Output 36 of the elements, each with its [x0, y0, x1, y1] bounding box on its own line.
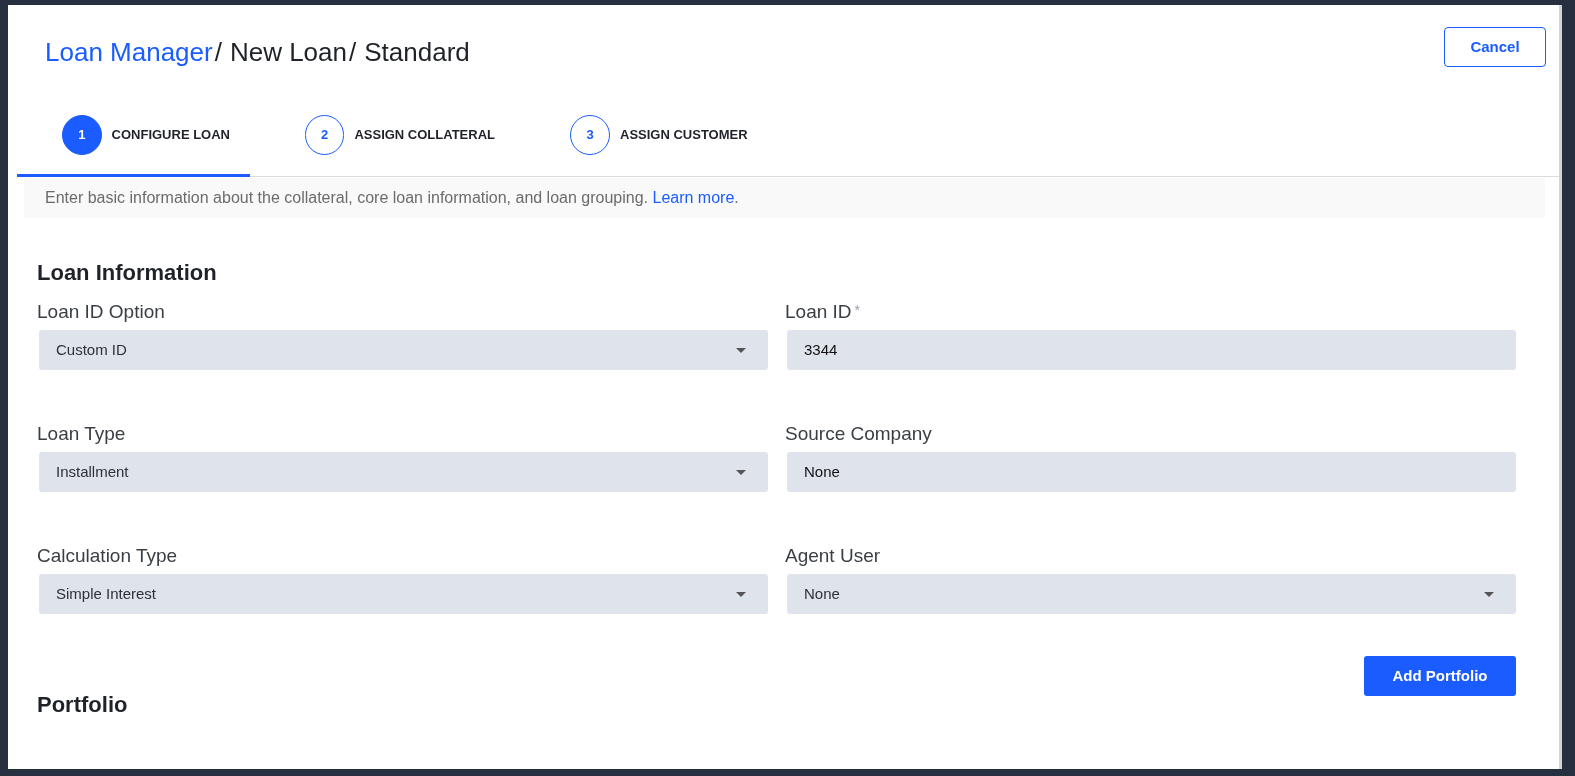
field-label: Source Company [785, 422, 932, 446]
breadcrumb-separator: / [214, 36, 222, 69]
caret-down-icon [736, 469, 746, 475]
step-tab[interactable]: 3 ASSIGN CUSTOMER [515, 95, 780, 177]
breadcrumb-link[interactable]: Loan Manager [45, 33, 213, 72]
field-label: Agent User [785, 544, 881, 568]
required-mark: * [854, 301, 860, 320]
step-tab[interactable]: 2 ASSIGN COLLATERAL [250, 95, 515, 177]
step-label: CONFIGURE LOAN [111, 125, 230, 144]
caret-down-icon [1484, 591, 1494, 597]
dropdown-field[interactable]: Installment [39, 452, 768, 492]
step-number: 3 [570, 114, 610, 155]
field-label: Calculation Type [37, 544, 178, 568]
step-number: 2 [305, 114, 345, 155]
breadcrumb-item: New Loan [229, 36, 347, 69]
add-portfolio-button[interactable]: Add Portfolio [1364, 656, 1516, 696]
dropdown-field[interactable]: None [787, 574, 1516, 614]
field-label: Loan ID [785, 300, 852, 324]
step-label: ASSIGN CUSTOMER [620, 125, 748, 144]
step-label: ASSIGN COLLATERAL [354, 125, 495, 144]
dropdown-field[interactable]: Custom ID [39, 330, 768, 370]
dropdown-field[interactable]: Simple Interest [39, 574, 768, 614]
section-title: Loan Information [37, 259, 217, 287]
step-number: 1 [62, 114, 102, 155]
learn-more-link[interactable]: Learn more [652, 189, 735, 206]
breadcrumb-separator: / [349, 36, 357, 69]
field-label: Loan Type [37, 422, 126, 446]
input-field[interactable]: None [787, 452, 1516, 492]
caret-down-icon [736, 347, 746, 353]
cancel-button[interactable]: Cancel [1444, 27, 1546, 67]
field-label: Loan ID Option [37, 300, 165, 324]
breadcrumb-item: Standard [364, 36, 470, 69]
input-field[interactable]: 3344 [787, 330, 1516, 370]
caret-down-icon [736, 591, 746, 597]
section-title: Portfolio [37, 691, 128, 719]
intro-text: Enter basic information about the collateral, core loan information, and loan grouping. Learn more. [45, 188, 739, 208]
